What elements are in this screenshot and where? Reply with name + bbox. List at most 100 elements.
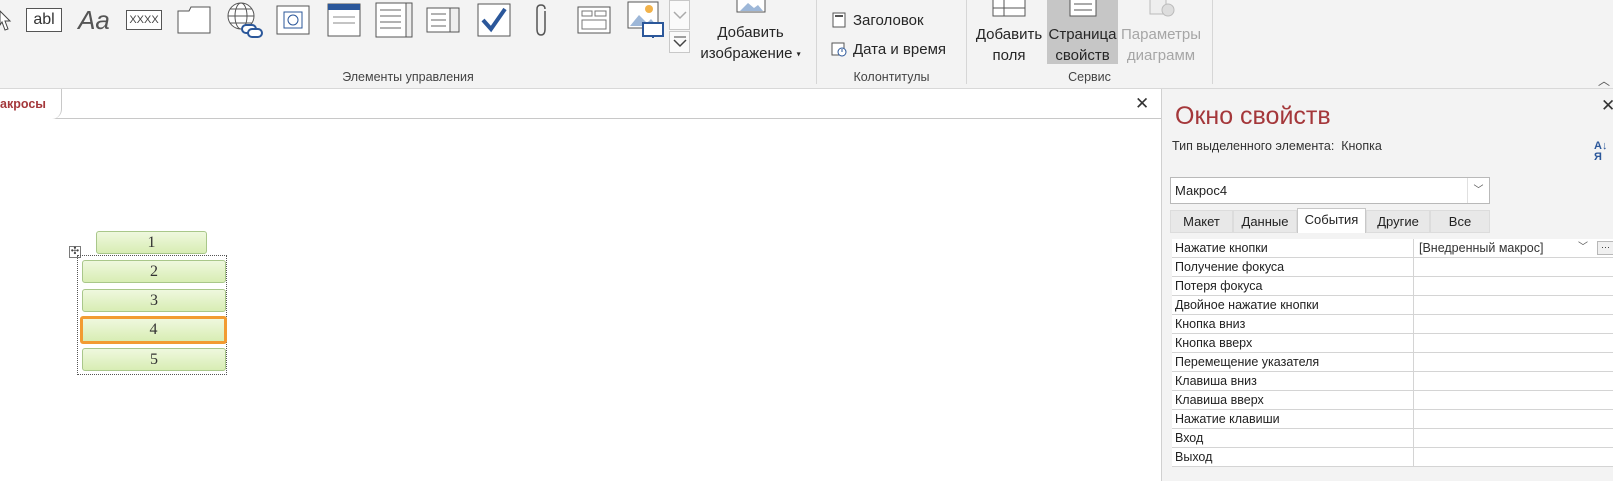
form-button-2[interactable]: 2 <box>82 260 226 283</box>
select-pointer-icon[interactable] <box>0 0 14 40</box>
property-value[interactable] <box>1419 410 1613 428</box>
property-value[interactable] <box>1419 296 1613 314</box>
property-row[interactable]: Перемещение указателя <box>1172 353 1613 372</box>
selection-type-label: Тип выделенного элемента: <box>1172 139 1335 153</box>
property-sheet-pane: Окно свойств ✕ Тип выделенного элемента:… <box>1161 89 1613 481</box>
form-button-5[interactable]: 5 <box>82 348 226 371</box>
title-button[interactable]: Заголовок <box>831 9 924 31</box>
insert-image-dropdown-icon: ▾ <box>796 49 801 59</box>
property-name: Потеря фокуса <box>1172 277 1414 295</box>
property-row[interactable]: Выход <box>1172 448 1613 467</box>
add-fields-icon <box>992 0 1026 17</box>
property-row[interactable]: Получение фокуса <box>1172 258 1613 277</box>
tab-control-icon[interactable] <box>176 0 212 40</box>
collapse-ribbon-icon[interactable]: ︿ <box>1598 72 1610 89</box>
date-time-button-label: Дата и время <box>853 40 947 58</box>
list-box-icon[interactable] <box>424 0 462 40</box>
title-icon <box>832 12 846 28</box>
chevron-down-icon[interactable]: ﹀ <box>1578 239 1588 257</box>
property-name: Получение фокуса <box>1172 258 1414 276</box>
object-selector-value: Макрос4 <box>1175 183 1228 198</box>
document-tab[interactable]: акросы <box>0 89 62 119</box>
chart-settings-icon <box>1149 0 1175 17</box>
property-sheet-button[interactable]: Страница свойств <box>1047 0 1118 64</box>
tab-other[interactable]: Другие <box>1366 210 1430 233</box>
property-value[interactable] <box>1419 429 1613 447</box>
property-name: Вход <box>1172 429 1414 447</box>
property-name: Клавиша вниз <box>1172 372 1414 390</box>
hyperlink-icon[interactable] <box>225 0 265 40</box>
property-value[interactable] <box>1419 334 1613 352</box>
textbox-icon[interactable]: abl <box>25 0 63 40</box>
property-row[interactable]: Двойное нажатие кнопки <box>1172 296 1613 315</box>
property-sheet-icon <box>1069 0 1096 17</box>
property-name: Нажатие клавиши <box>1172 410 1414 428</box>
form-button-1[interactable]: 1 <box>96 231 207 254</box>
tab-data[interactable]: Данные <box>1233 210 1297 233</box>
property-grid: Нажатие кнопки [Внедренный макрос] ﹀ ···… <box>1172 239 1613 467</box>
property-row[interactable]: Нажатие клавиши <box>1172 410 1613 429</box>
property-row[interactable]: Кнопка вверх <box>1172 334 1613 353</box>
property-row[interactable]: Кнопка вниз <box>1172 315 1613 334</box>
subform-icon[interactable] <box>575 0 613 40</box>
sort-az-icon[interactable]: А↓ Я <box>1594 141 1607 163</box>
property-value[interactable] <box>1419 448 1613 466</box>
property-value[interactable] <box>1419 353 1613 371</box>
property-value[interactable] <box>1419 258 1613 276</box>
group-label-header-footer: Колонтитулы <box>853 70 930 84</box>
label-icon[interactable]: Aa <box>74 0 114 40</box>
checkbox-icon[interactable] <box>475 0 513 40</box>
builder-ellipsis-button[interactable]: ··· <box>1597 241 1613 255</box>
chart-settings-button[interactable]: Параметры диаграмм <box>1121 0 1201 64</box>
property-value[interactable] <box>1419 372 1613 390</box>
textbox-icon-text: abl <box>26 8 62 32</box>
property-row[interactable]: Вход <box>1172 429 1613 448</box>
property-sheet-title: Окно свойств <box>1175 102 1331 130</box>
insert-image-button[interactable]: Добавить изображение ▾ <box>698 0 803 66</box>
insert-image-label-1: Добавить <box>717 24 784 41</box>
date-time-button[interactable]: Дата и время <box>831 38 946 60</box>
property-name: Выход <box>1172 448 1414 466</box>
title-button-label: Заголовок <box>853 11 924 29</box>
gallery-more-button[interactable] <box>669 31 690 53</box>
combo-box-icon[interactable] <box>374 0 414 40</box>
chevron-down-icon[interactable]: ﹀ <box>1467 178 1489 203</box>
object-selector[interactable]: Макрос4 ﹀ <box>1170 177 1490 204</box>
insert-image-label-2: изображение <box>700 45 793 62</box>
document-tab-bar: акросы <box>0 89 1161 119</box>
property-row[interactable]: Потеря фокуса <box>1172 277 1613 296</box>
property-sheet-label-2: свойств <box>1055 47 1110 64</box>
property-name: Перемещение указателя <box>1172 353 1414 371</box>
property-name: Кнопка вниз <box>1172 315 1414 333</box>
button-control-icon[interactable]: XXXX <box>125 0 163 40</box>
property-sheet-label-1: Страница <box>1048 26 1117 43</box>
property-name: Клавиша вверх <box>1172 391 1414 409</box>
property-value[interactable] <box>1419 315 1613 333</box>
property-value[interactable] <box>1419 277 1613 295</box>
property-value[interactable] <box>1419 391 1613 409</box>
tab-all[interactable]: Все <box>1430 210 1490 233</box>
gallery-scroll-down-button[interactable] <box>669 0 690 30</box>
property-row[interactable]: Клавиша вверх <box>1172 391 1613 410</box>
add-fields-button[interactable]: Добавить поля <box>974 0 1044 64</box>
insert-image-icon <box>736 0 765 13</box>
attachment-icon[interactable] <box>530 0 554 40</box>
property-row[interactable]: Клавиша вниз <box>1172 372 1613 391</box>
tab-events[interactable]: События <box>1297 208 1366 233</box>
add-fields-label-1: Добавить <box>975 26 1043 43</box>
group-separator <box>1212 0 1213 84</box>
date-time-icon <box>831 42 847 57</box>
close-document-icon[interactable]: ✕ <box>1135 94 1149 114</box>
group-label-tools: Сервис <box>1068 70 1111 84</box>
navigation-control-icon[interactable] <box>325 0 363 40</box>
label-icon-text: Aa <box>78 4 110 35</box>
web-browser-icon[interactable] <box>274 0 312 40</box>
image-control-icon[interactable] <box>626 0 666 40</box>
close-property-sheet-icon[interactable]: ✕ <box>1601 96 1613 116</box>
add-fields-label-2: поля <box>992 47 1026 64</box>
form-button-4-selected[interactable]: 4 <box>80 316 227 344</box>
form-button-3[interactable]: 3 <box>82 289 226 312</box>
property-row-click[interactable]: Нажатие кнопки [Внедренный макрос] ﹀ ··· <box>1172 239 1613 258</box>
tab-layout[interactable]: Макет <box>1170 210 1233 233</box>
document-tab-label: акросы <box>0 97 46 111</box>
